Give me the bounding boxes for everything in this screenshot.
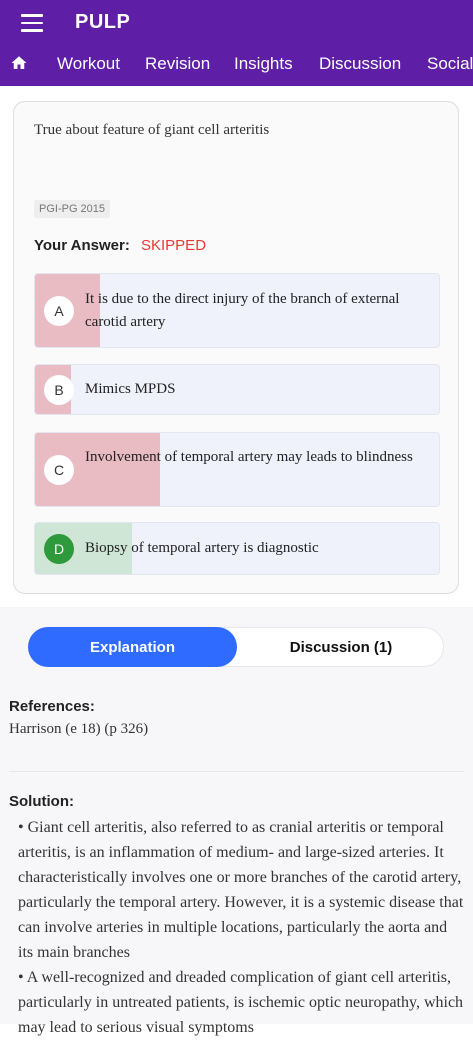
tab-discussion[interactable]: Discussion (1) xyxy=(238,628,444,666)
nav-tab-workout[interactable]: Workout xyxy=(57,54,120,74)
your-answer-value: SKIPPED xyxy=(141,237,207,254)
section-divider xyxy=(9,771,464,772)
exam-tag: PGI-PG 2015 xyxy=(34,200,111,218)
top-app-bar: PULP Workout Revision Insights Discussio… xyxy=(0,0,473,86)
solution-point: • Giant cell arteritis, also referred to… xyxy=(18,819,464,961)
option-c[interactable]: C Involvement of temporal artery may lea… xyxy=(34,432,440,507)
nav-tab-insights[interactable]: Insights xyxy=(234,54,293,74)
hamburger-menu-icon[interactable] xyxy=(21,14,43,32)
references-heading: References: xyxy=(9,698,95,715)
nav-tab-revision[interactable]: Revision xyxy=(145,54,210,74)
option-b[interactable]: B Mimics MPDS xyxy=(34,364,440,415)
option-a[interactable]: A It is due to the direct injury of the … xyxy=(34,273,440,348)
nav-tab-social[interactable]: Social xyxy=(427,54,473,74)
tab-explanation[interactable]: Explanation xyxy=(28,627,237,667)
solution-heading: Solution: xyxy=(9,793,74,810)
solution-text: • Giant cell arteritis, also referred to… xyxy=(18,815,464,1040)
home-icon[interactable] xyxy=(10,54,28,72)
explanation-tabs: Explanation Discussion (1) xyxy=(28,627,444,667)
option-a-text: It is due to the direct injury of the br… xyxy=(85,291,400,330)
references-text: Harrison (e 18) (p 326) xyxy=(9,721,149,737)
option-d-letter: D xyxy=(44,534,74,564)
option-c-text: Involvement of temporal artery may leads… xyxy=(85,449,413,465)
option-c-letter: C xyxy=(44,455,74,485)
option-b-letter: B xyxy=(44,375,74,405)
nav-tab-discussion[interactable]: Discussion xyxy=(319,54,401,74)
question-card: True about feature of giant cell arterit… xyxy=(13,101,459,594)
option-b-text: Mimics MPDS xyxy=(85,381,176,397)
app-title: PULP xyxy=(75,11,131,33)
nav-tabs: Workout Revision Insights Discussion Soc… xyxy=(0,48,473,82)
your-answer-label: Your Answer: xyxy=(34,237,130,254)
option-d[interactable]: D Biopsy of temporal artery is diagnosti… xyxy=(34,522,440,575)
solution-point: • A well-recognized and dreaded complica… xyxy=(18,969,464,1036)
question-text: True about feature of giant cell arterit… xyxy=(34,122,270,138)
option-a-letter: A xyxy=(44,296,74,326)
option-d-text: Biopsy of temporal artery is diagnostic xyxy=(85,540,319,556)
explanation-section: Explanation Discussion (1) References: H… xyxy=(0,607,473,1036)
